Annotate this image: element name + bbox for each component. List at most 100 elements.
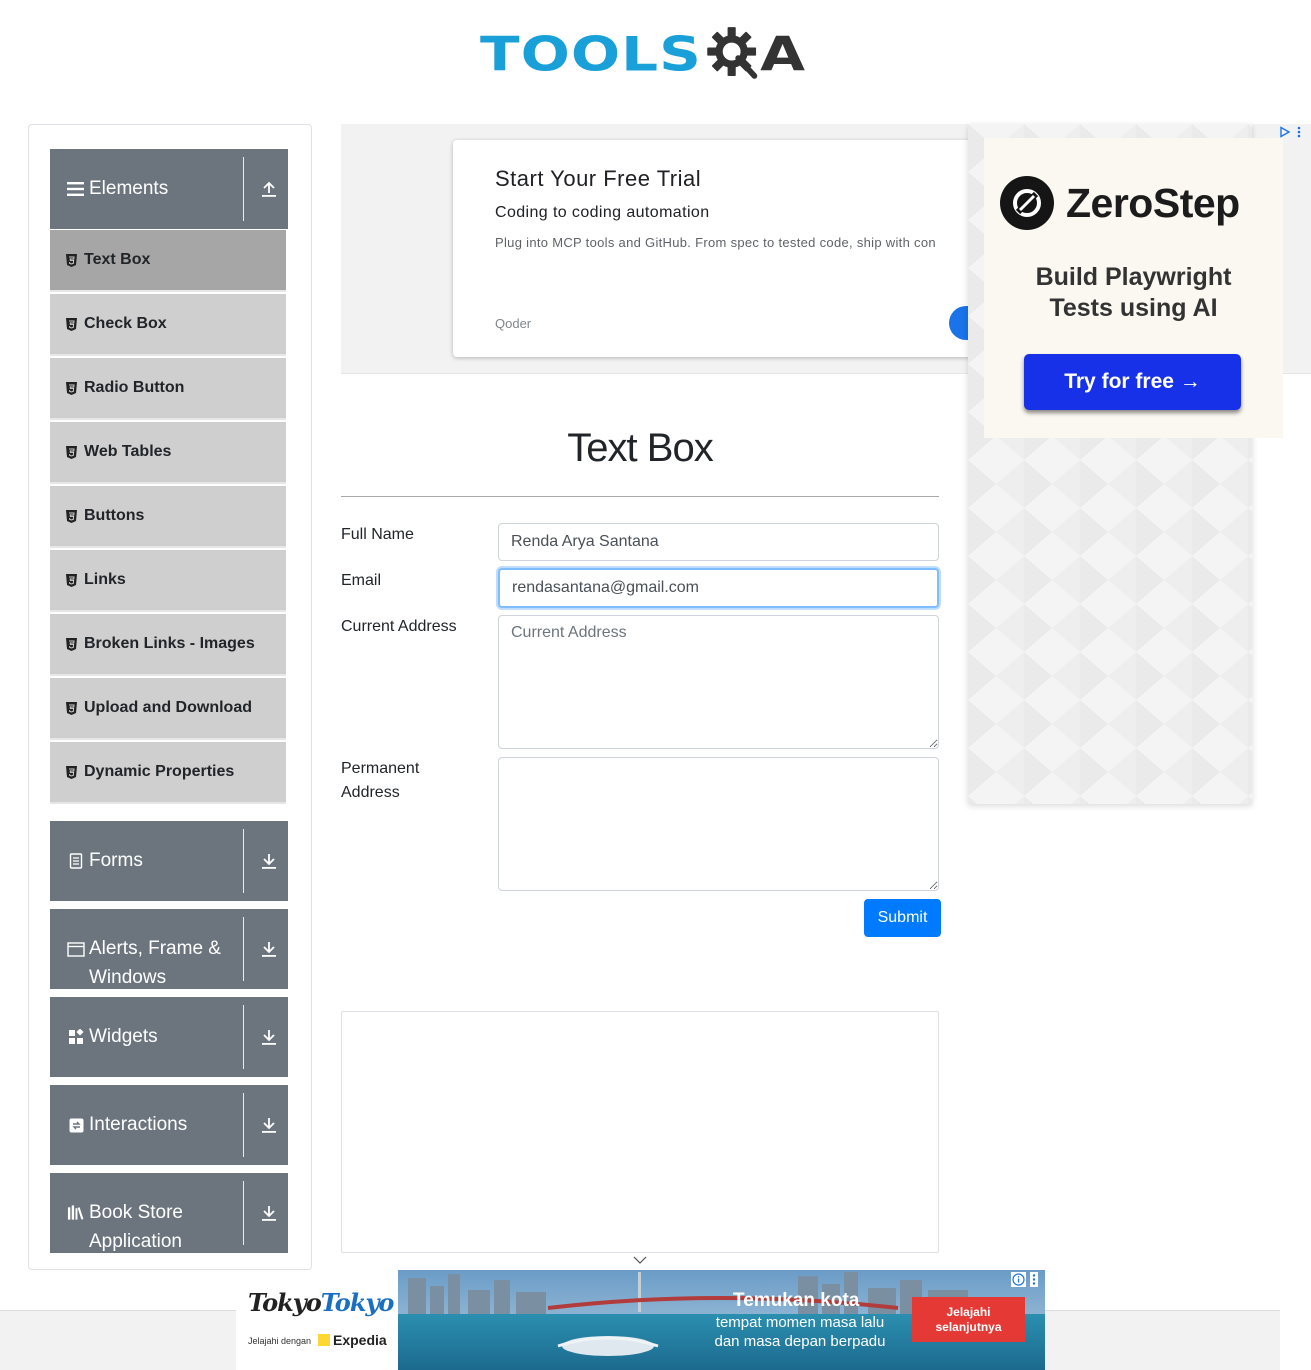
ad-subtitle: Coding to coding automation bbox=[495, 204, 710, 221]
divider bbox=[243, 1093, 244, 1157]
output-panel bbox=[341, 1011, 939, 1253]
html5-icon bbox=[65, 317, 77, 331]
sidebar-item-broken-links[interactable]: Broken Links - Images bbox=[50, 614, 286, 676]
expedia-name: Expedia bbox=[333, 1332, 387, 1348]
ad-brand: Qoder bbox=[495, 316, 532, 331]
html5-icon bbox=[65, 637, 77, 651]
ad-info[interactable] bbox=[1011, 1272, 1038, 1287]
sidebar-item-check-box[interactable]: Check Box bbox=[50, 294, 286, 356]
sidebar-item-label: Check Box bbox=[84, 315, 167, 332]
divider bbox=[243, 1181, 244, 1245]
group-header-widgets[interactable]: Widgets bbox=[50, 997, 288, 1077]
explore-next-button[interactable]: Jelajahi selanjutnya bbox=[912, 1297, 1025, 1342]
group-label: Elements bbox=[89, 178, 169, 199]
group-header-interactions[interactable]: Interactions bbox=[50, 1085, 288, 1165]
ad-description: Plug into MCP tools and GitHub. From spe… bbox=[495, 235, 936, 250]
info-icon[interactable] bbox=[1011, 1272, 1026, 1287]
divider bbox=[341, 496, 939, 497]
adchoices-icon[interactable] bbox=[1279, 126, 1291, 138]
group-header-alerts-frame-windows[interactable]: Alerts, Frame & Windows bbox=[50, 909, 288, 989]
label-line: Address bbox=[341, 784, 400, 801]
group-label: Forms bbox=[89, 850, 143, 871]
label-line: Permanent bbox=[341, 760, 420, 777]
sidebar-item-dynamic-properties[interactable]: Dynamic Properties bbox=[50, 742, 286, 804]
full-name-input[interactable] bbox=[498, 523, 939, 561]
html5-icon bbox=[65, 509, 77, 523]
group-label: Interactions bbox=[89, 1114, 188, 1135]
more-options-icon[interactable] bbox=[1030, 1272, 1038, 1287]
tagline-line: Tests using AI bbox=[1049, 294, 1218, 322]
email-input[interactable] bbox=[498, 568, 939, 608]
expand-arrow-icon[interactable] bbox=[260, 1173, 278, 1253]
html5-icon bbox=[65, 701, 77, 715]
partner-text: Jelajahi dengan bbox=[248, 1336, 312, 1346]
chevron-down-icon[interactable] bbox=[633, 1255, 647, 1265]
widgets-icon bbox=[67, 997, 85, 1077]
group-label: Book Store Application bbox=[89, 1202, 183, 1252]
full-name-label: Full Name bbox=[341, 526, 414, 543]
tokyo-ad-brand: TokyoTokyo Jelajahi dengan Expedia bbox=[236, 1270, 398, 1370]
window-icon bbox=[67, 909, 85, 989]
tokyo-logo-a: Tokyo bbox=[248, 1288, 322, 1317]
subtext-line: tempat momen masa lalu bbox=[715, 1314, 885, 1331]
sidebar-item-label: Links bbox=[84, 571, 126, 588]
sidebar-item-buttons[interactable]: Buttons bbox=[50, 486, 286, 548]
sidebar-item-text-box[interactable]: Text Box bbox=[50, 230, 286, 292]
zerostep-ad[interactable]: ZeroStep Build Playwright Tests using AI… bbox=[984, 138, 1283, 438]
sidebar-item-label: Upload and Download bbox=[84, 699, 252, 716]
html5-icon bbox=[65, 765, 77, 779]
current-address-label: Current Address bbox=[341, 618, 457, 635]
tokyo-logo: TokyoTokyo bbox=[248, 1288, 395, 1317]
expedia-logo: Expedia bbox=[318, 1332, 387, 1348]
zerostep-name: ZeroStep bbox=[1066, 179, 1240, 226]
expedia-mark-icon bbox=[318, 1334, 330, 1346]
ad-subtext: tempat momen masa lalu dan masa depan be… bbox=[700, 1313, 900, 1351]
sidebar-item-label: Radio Button bbox=[84, 379, 185, 396]
sidebar-item-label: Text Box bbox=[84, 251, 151, 268]
group-header-elements[interactable]: Elements bbox=[50, 149, 288, 229]
permanent-address-textarea[interactable] bbox=[498, 757, 939, 891]
group-header-forms[interactable]: Forms bbox=[50, 821, 288, 901]
submit-button[interactable]: Submit bbox=[864, 899, 941, 937]
page-title: Text Box bbox=[567, 426, 713, 470]
ad-headline: Temukan kota bbox=[733, 1290, 860, 1311]
tagline-line: Build Playwright bbox=[1035, 263, 1232, 291]
sidebar-item-upload-download[interactable]: Upload and Download bbox=[50, 678, 286, 740]
expand-arrow-icon[interactable] bbox=[260, 821, 278, 901]
books-icon bbox=[67, 1193, 85, 1233]
adchoices[interactable] bbox=[1279, 126, 1301, 138]
collapse-arrow-icon[interactable] bbox=[260, 149, 278, 229]
current-address-textarea[interactable] bbox=[498, 615, 939, 749]
toolsqa-logo[interactable]: TOOLS A bbox=[480, 16, 805, 92]
zerostep-mark-icon bbox=[1000, 176, 1054, 230]
hamburger-icon bbox=[67, 149, 85, 229]
sidebar-item-label: Buttons bbox=[84, 507, 145, 524]
zerostep-tagline: Build Playwright Tests using AI bbox=[984, 262, 1283, 324]
bottom-ad-banner[interactable]: TokyoTokyo Jelajahi dengan Expedia Temuk… bbox=[236, 1270, 1045, 1370]
group-header-book-store[interactable]: Book Store Application bbox=[50, 1173, 288, 1253]
sidebar-item-web-tables[interactable]: Web Tables bbox=[50, 422, 286, 484]
left-panel: Elements Text Box Check Box Radio Button… bbox=[28, 124, 312, 1270]
tokyo-logo-b: Tokyo bbox=[320, 1288, 395, 1317]
tokyo-ad-image[interactable]: Temukan kota tempat momen masa lalu dan … bbox=[398, 1270, 1045, 1370]
ad-card[interactable]: Start Your Free Trial Coding to coding a… bbox=[453, 140, 973, 357]
logo-text-a: A bbox=[760, 26, 805, 82]
sidebar-item-label: Web Tables bbox=[84, 443, 172, 460]
logo-text: TOOLS bbox=[480, 26, 702, 82]
sidebar-item-label: Broken Links - Images bbox=[84, 635, 255, 652]
subtext-line: dan masa depan berpadu bbox=[714, 1333, 886, 1350]
interactions-icon bbox=[67, 1085, 85, 1165]
group-label: Widgets bbox=[89, 1026, 158, 1047]
expand-arrow-icon[interactable] bbox=[260, 997, 278, 1077]
sidebar-item-links[interactable]: Links bbox=[50, 550, 286, 612]
document-icon bbox=[67, 821, 85, 901]
try-for-free-button[interactable]: Try for free → bbox=[1024, 354, 1241, 410]
sidebar-item-radio-button[interactable]: Radio Button bbox=[50, 358, 286, 420]
cta-line: selanjutnya bbox=[935, 1319, 1002, 1334]
sidebar-item-label: Dynamic Properties bbox=[84, 763, 235, 780]
divider bbox=[243, 157, 244, 221]
gear-magnifier-icon bbox=[707, 27, 758, 79]
expand-arrow-icon[interactable] bbox=[260, 1085, 278, 1165]
expand-arrow-icon[interactable] bbox=[260, 909, 278, 989]
more-options-icon[interactable] bbox=[1297, 126, 1301, 138]
